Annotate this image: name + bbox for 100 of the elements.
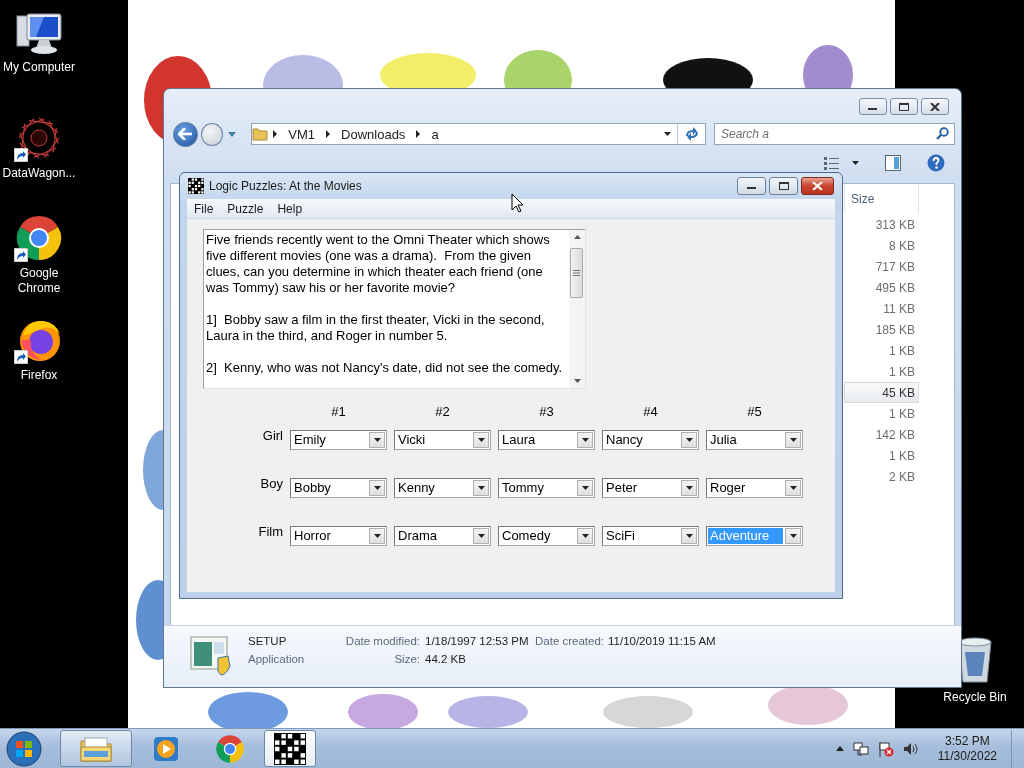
chevron-right-icon bbox=[416, 130, 421, 138]
view-options-button[interactable] bbox=[852, 161, 859, 165]
file-size-cell[interactable]: 1 KB bbox=[844, 403, 919, 424]
dropdown[interactable]: Roger bbox=[706, 478, 803, 498]
dropdown-caret-icon bbox=[581, 534, 589, 538]
dropdown[interactable]: Emily bbox=[290, 430, 387, 450]
back-arrow-icon bbox=[178, 128, 193, 140]
close-button[interactable] bbox=[801, 177, 834, 195]
dropdown[interactable]: Comedy bbox=[498, 526, 595, 546]
dropdown-caret-icon bbox=[685, 438, 693, 442]
menu-item[interactable]: File bbox=[187, 201, 221, 216]
menu-item[interactable]: Puzzle bbox=[220, 201, 271, 216]
forward-button[interactable] bbox=[200, 122, 224, 146]
dropdown-caret-icon bbox=[685, 534, 693, 538]
maximize-icon bbox=[778, 182, 789, 190]
caret-icon bbox=[664, 132, 671, 136]
maximize-icon bbox=[899, 102, 909, 111]
dropdown[interactable]: Peter bbox=[602, 478, 699, 498]
chevron-right-icon bbox=[273, 130, 278, 138]
maximize-button[interactable] bbox=[890, 98, 918, 115]
dropdown-caret-icon bbox=[581, 486, 589, 490]
shortcut-arrow-icon bbox=[14, 148, 28, 162]
file-size-cell[interactable]: 1 KB bbox=[844, 445, 919, 466]
help-icon bbox=[927, 154, 945, 172]
dropdown-caret-icon bbox=[373, 438, 381, 442]
file-size-cell[interactable]: 1 KB bbox=[844, 361, 919, 382]
minimize-button[interactable] bbox=[737, 177, 766, 195]
grip-icon bbox=[573, 270, 580, 276]
list-view-icon bbox=[824, 156, 840, 170]
clock-time[interactable]: 3:52 PM bbox=[945, 733, 990, 749]
file-size-cell[interactable]: 2 KB bbox=[844, 466, 919, 487]
clock-date[interactable]: 11/30/2022 bbox=[937, 748, 997, 764]
change-view-button[interactable] bbox=[824, 156, 840, 170]
help-button[interactable] bbox=[927, 154, 945, 172]
dropdown[interactable]: Bobby bbox=[290, 478, 387, 498]
field-value: 11/10/2019 11:15 AM bbox=[608, 635, 717, 649]
dropdown-caret-icon bbox=[373, 486, 381, 490]
close-button[interactable] bbox=[921, 98, 949, 115]
preview-pane-icon bbox=[885, 155, 901, 171]
dropdown[interactable]: Tommy bbox=[498, 478, 595, 498]
icon-label[interactable]: Firefox bbox=[1, 368, 77, 383]
column-label: #1 bbox=[330, 404, 347, 420]
maximize-button[interactable] bbox=[769, 177, 798, 195]
breadcrumb-link[interactable]: a bbox=[425, 126, 445, 142]
file-size-cell[interactable]: 11 KB bbox=[844, 298, 919, 319]
start-button[interactable] bbox=[4, 729, 44, 768]
dropdown-caret-icon bbox=[373, 534, 381, 538]
clue-text-area[interactable] bbox=[203, 229, 586, 389]
clue-paragraph: Five friends recently went to the Omni Theater which shows five different movies (one was a drama). From the given clues, can you determine in which theater each friend (one was Tommy) saw his or her favorite movie? bbox=[206, 232, 551, 296]
file-size-cell[interactable]: 1 KB bbox=[844, 340, 919, 361]
caret-icon bbox=[228, 131, 237, 137]
icon-label[interactable]: My Computer bbox=[1, 60, 77, 75]
icon-label[interactable]: Recycle Bin bbox=[937, 690, 1013, 705]
file-size-cell[interactable]: 45 KB bbox=[844, 382, 919, 403]
column-header[interactable]: Size bbox=[844, 184, 919, 214]
refresh-icon bbox=[683, 127, 700, 141]
minimize-button[interactable] bbox=[859, 98, 887, 115]
scroll-down-icon bbox=[573, 379, 581, 383]
scrollbar[interactable] bbox=[569, 230, 585, 388]
icon-label[interactable]: DataWagon... bbox=[1, 166, 77, 181]
dropdown-caret-icon bbox=[789, 486, 797, 490]
dropdown[interactable]: Drama bbox=[394, 526, 491, 546]
show-hidden-icons-icon[interactable] bbox=[835, 746, 844, 751]
dropdown[interactable]: Julia bbox=[706, 430, 803, 450]
dropdown[interactable]: Laura bbox=[498, 430, 595, 450]
row-label: Boy bbox=[259, 477, 283, 493]
flag-warning-icon[interactable] bbox=[877, 740, 894, 757]
dropdown[interactable]: Nancy bbox=[602, 430, 699, 450]
dropdown-caret-icon bbox=[789, 438, 797, 442]
file-size-cell[interactable]: 8 KB bbox=[844, 235, 919, 256]
file-size-cell[interactable]: 495 KB bbox=[844, 277, 919, 298]
dropdown[interactable]: SciFi bbox=[602, 526, 699, 546]
network-icon[interactable] bbox=[852, 740, 869, 757]
address-bar[interactable]: VM1 Downloads a bbox=[251, 123, 706, 145]
file-size-cell[interactable]: 717 KB bbox=[844, 256, 919, 277]
breadcrumb-link[interactable]: VM1 bbox=[282, 126, 322, 142]
close-icon bbox=[930, 102, 940, 111]
icon-label[interactable]: Google Chrome bbox=[1, 266, 77, 296]
dropdown-caret-icon bbox=[477, 534, 485, 538]
preview-pane-button[interactable] bbox=[885, 155, 901, 171]
breadcrumb-link[interactable]: Downloads bbox=[335, 126, 412, 142]
field-label: Date modified: bbox=[344, 635, 421, 649]
file-type: Application bbox=[248, 653, 306, 667]
menu-item[interactable]: Help bbox=[270, 201, 310, 216]
file-size-cell[interactable]: 313 KB bbox=[844, 214, 919, 235]
file-size-cell[interactable]: 142 KB bbox=[844, 424, 919, 445]
file-size-cell[interactable]: 185 KB bbox=[844, 319, 919, 340]
dropdown[interactable]: Kenny bbox=[394, 478, 491, 498]
dropdown-caret-icon bbox=[477, 486, 485, 490]
back-button[interactable] bbox=[173, 121, 198, 147]
history-dropdown-button[interactable] bbox=[226, 131, 239, 137]
dropdown[interactable]: Horror bbox=[290, 526, 387, 546]
file-name: SETUP bbox=[248, 635, 288, 649]
folder-icon bbox=[252, 127, 269, 141]
search-field[interactable]: Search a bbox=[714, 123, 955, 145]
dropdown[interactable]: Vicki bbox=[394, 430, 491, 450]
dropdown-caret-icon bbox=[789, 534, 797, 538]
media-player-icon bbox=[152, 734, 180, 763]
windows-logo-icon bbox=[6, 730, 42, 767]
taskbar-button[interactable] bbox=[264, 730, 316, 767]
